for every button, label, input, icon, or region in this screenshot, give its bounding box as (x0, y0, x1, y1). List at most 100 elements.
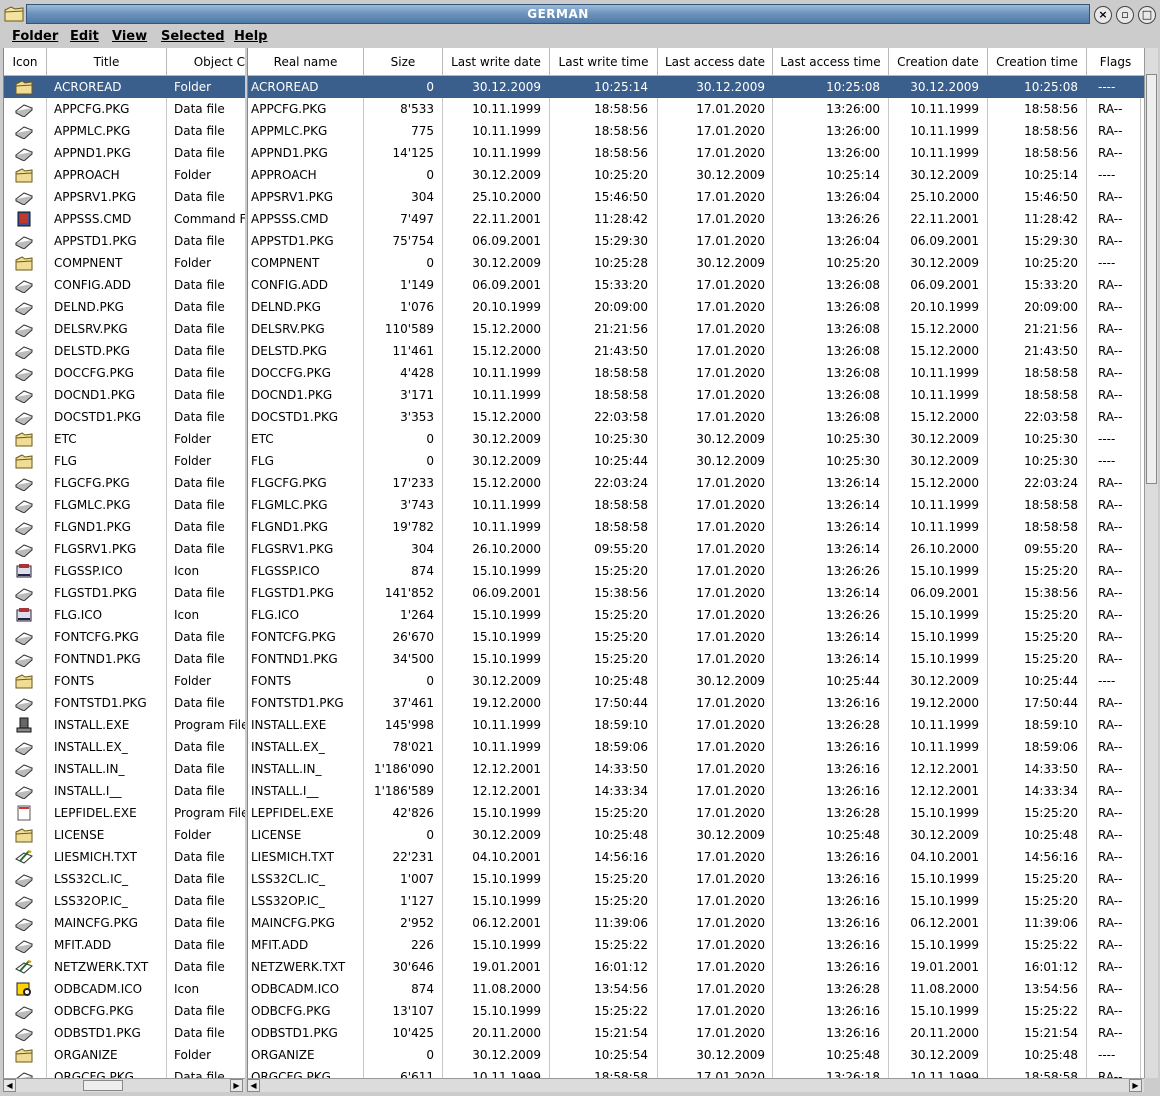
file-row[interactable]: DOCND1.PKG 3'171 10.11.1999 18:58:58 17.01.2… (248, 384, 1144, 406)
file-row[interactable]: MAINCFG.PKG Data file (4, 912, 245, 934)
file-row[interactable]: FLGCFG.PKG Data file (4, 472, 245, 494)
file-row[interactable]: DELND.PKG 1'076 20.10.1999 20:09:00 17.01.20… (248, 296, 1144, 318)
file-row[interactable]: FONTS 0 30.12.2009 10:25:48 30.12.2009 10:25:… (248, 670, 1144, 692)
file-row[interactable]: LSS32CL.IC_ Data file (4, 868, 245, 890)
file-row[interactable]: INSTALL.EX_ Data file (4, 736, 245, 758)
file-row[interactable]: APPMLC.PKG 775 10.11.1999 18:58:56 17.01.202… (248, 120, 1144, 142)
file-row[interactable]: APPND1.PKG 14'125 10.11.1999 18:58:56 17.01.… (248, 142, 1144, 164)
file-row[interactable]: FONTSTD1.PKG 37'461 19.12.2000 17:50:44 17.0… (248, 692, 1144, 714)
file-row[interactable]: APPSSS.CMD Command F (4, 208, 245, 230)
file-row[interactable]: MAINCFG.PKG 2'952 06.12.2001 11:39:06 17.01.… (248, 912, 1144, 934)
file-row[interactable]: CONFIG.ADD Data file (4, 274, 245, 296)
close-button[interactable]: × (1094, 6, 1112, 24)
file-row[interactable]: ORGCFG.PKG 6'611 10.11.1999 18:58:58 17.01.2… (248, 1066, 1144, 1078)
menu-edit[interactable]: Edit (68, 28, 101, 48)
file-row[interactable]: DELND.PKG Data file (4, 296, 245, 318)
file-row[interactable]: FLGMLC.PKG 3'743 10.11.1999 18:58:58 17.01.2… (248, 494, 1144, 516)
column-header-creation-date[interactable]: Creation date (889, 48, 988, 76)
scroll-left-arrow-icon[interactable]: ◀ (3, 1079, 16, 1092)
file-row[interactable]: COMPNENT Folder (4, 252, 245, 274)
column-header-creation-time[interactable]: Creation time (988, 48, 1087, 76)
file-row[interactable]: ORGCFG.PKG Data file (4, 1066, 245, 1078)
file-row[interactable]: APPSTD1.PKG 75'754 06.09.2001 15:29:30 17.01… (248, 230, 1144, 252)
file-row[interactable]: DELSRV.PKG Data file (4, 318, 245, 340)
file-row[interactable]: APPSRV1.PKG Data file (4, 186, 245, 208)
column-header-icon[interactable]: Icon (4, 48, 47, 76)
file-row[interactable]: INSTALL.IN_ 1'186'090 12.12.2001 14:33:50 17… (248, 758, 1144, 780)
file-row[interactable]: ODBSTD1.PKG 10'425 20.11.2000 15:21:54 17.01… (248, 1022, 1144, 1044)
column-header-title[interactable]: Title (47, 48, 167, 76)
file-row[interactable]: MFIT.ADD 226 15.10.1999 15:25:22 17.01.2020 1… (248, 934, 1144, 956)
file-row[interactable]: APPSRV1.PKG 304 25.10.2000 15:46:50 17.01.20… (248, 186, 1144, 208)
folder-icon[interactable] (3, 4, 25, 24)
file-row[interactable]: FONTND1.PKG Data file (4, 648, 245, 670)
file-row[interactable]: APPSSS.CMD 7'497 22.11.2001 11:28:42 17.01.2… (248, 208, 1144, 230)
file-row[interactable]: DOCCFG.PKG 4'428 10.11.1999 18:58:58 17.01.2… (248, 362, 1144, 384)
file-row[interactable]: ACROREAD Folder (4, 76, 245, 98)
file-row[interactable]: INSTALL.I__ Data file (4, 780, 245, 802)
file-row[interactable]: FONTSTD1.PKG Data file (4, 692, 245, 714)
file-row[interactable]: LSS32CL.IC_ 1'007 15.10.1999 15:25:20 17.01.… (248, 868, 1144, 890)
vertical-scroll-thumb[interactable] (1146, 74, 1157, 484)
file-row[interactable]: DOCSTD1.PKG Data file (4, 406, 245, 428)
right-horizontal-scrollbar[interactable]: ◀ ▶ (247, 1078, 1144, 1092)
file-row[interactable]: LEPFIDEL.EXE Program File (4, 802, 245, 824)
menu-view[interactable]: View (110, 28, 149, 48)
column-header-last-access-time[interactable]: Last access time (773, 48, 889, 76)
file-row[interactable]: LSS32OP.IC_ Data file (4, 890, 245, 912)
file-row[interactable]: DELSTD.PKG 11'461 15.12.2000 21:43:50 17.01.… (248, 340, 1144, 362)
menu-folder[interactable]: Folder (10, 28, 60, 48)
minimize-button[interactable]: ▫ (1116, 6, 1134, 24)
file-row[interactable]: LIESMICH.TXT Data file (4, 846, 245, 868)
file-row[interactable]: FLGCFG.PKG 17'233 15.12.2000 22:03:24 17.01.… (248, 472, 1144, 494)
file-row[interactable]: DOCND1.PKG Data file (4, 384, 245, 406)
file-row[interactable]: APPROACH 0 30.12.2009 10:25:20 30.12.2009 10:… (248, 164, 1144, 186)
file-row[interactable]: APPSTD1.PKG Data file (4, 230, 245, 252)
file-row[interactable]: ORGANIZE Folder (4, 1044, 245, 1066)
column-header-last-write-date[interactable]: Last write date (443, 48, 550, 76)
column-header-flags[interactable]: Flags (1087, 48, 1144, 76)
file-row[interactable]: FLGSSP.ICO Icon (4, 560, 245, 582)
column-header-last-write-time[interactable]: Last write time (550, 48, 658, 76)
file-row[interactable]: DELSRV.PKG 110'589 15.12.2000 21:21:56 17.01… (248, 318, 1144, 340)
vertical-scrollbar[interactable] (1144, 48, 1158, 1078)
file-row[interactable]: ODBSTD1.PKG Data file (4, 1022, 245, 1044)
window-title-bar[interactable]: GERMAN (26, 4, 1090, 24)
file-row[interactable]: FONTCFG.PKG Data file (4, 626, 245, 648)
file-row[interactable]: INSTALL.IN_ Data file (4, 758, 245, 780)
file-row[interactable]: ETC 0 30.12.2009 10:25:30 30.12.2009 10:25:30… (248, 428, 1144, 450)
file-row[interactable]: MFIT.ADD Data file (4, 934, 245, 956)
file-row[interactable]: APPROACH Folder (4, 164, 245, 186)
file-row[interactable]: DOCCFG.PKG Data file (4, 362, 245, 384)
file-row[interactable]: APPND1.PKG Data file (4, 142, 245, 164)
file-row[interactable]: FLGND1.PKG Data file (4, 516, 245, 538)
file-row[interactable]: FONTCFG.PKG 26'670 15.10.1999 15:25:20 17.01… (248, 626, 1144, 648)
file-row[interactable]: ODBCFG.PKG Data file (4, 1000, 245, 1022)
menu-help[interactable]: Help (232, 28, 269, 48)
file-row[interactable]: FLGSRV1.PKG 304 26.10.2000 09:55:20 17.01.20… (248, 538, 1144, 560)
scroll-right-arrow-icon[interactable]: ▶ (1129, 1079, 1142, 1092)
file-row[interactable]: LICENSE Folder (4, 824, 245, 846)
file-row[interactable]: FONTS Folder (4, 670, 245, 692)
file-row[interactable]: NETZWERK.TXT 30'646 19.01.2001 16:01:12 17.0… (248, 956, 1144, 978)
file-row[interactable]: DELSTD.PKG Data file (4, 340, 245, 362)
file-row[interactable]: ACROREAD 0 30.12.2009 10:25:14 30.12.2009 10:… (248, 76, 1144, 98)
column-header-object-class[interactable]: Object C (167, 48, 245, 76)
column-header-size[interactable]: Size (364, 48, 443, 76)
file-row[interactable]: ODBCADM.ICO 874 11.08.2000 13:54:56 17.01.20… (248, 978, 1144, 1000)
column-header-last-access-date[interactable]: Last access date (658, 48, 773, 76)
file-row[interactable]: INSTALL.EXE 145'998 10.11.1999 18:59:10 17.0… (248, 714, 1144, 736)
file-row[interactable]: ETC Folder (4, 428, 245, 450)
file-row[interactable]: ORGANIZE 0 30.12.2009 10:25:54 30.12.2009 10:… (248, 1044, 1144, 1066)
file-row[interactable]: APPCFG.PKG 8'533 10.11.1999 18:58:56 17.01.2… (248, 98, 1144, 120)
file-row[interactable]: INSTALL.EX_ 78'021 10.11.1999 18:59:06 17.01… (248, 736, 1144, 758)
file-row[interactable]: FLGSTD1.PKG Data file (4, 582, 245, 604)
menu-selected[interactable]: Selected (159, 28, 227, 48)
file-row[interactable]: FLG.ICO 1'264 15.10.1999 15:25:20 17.01.2020… (248, 604, 1144, 626)
file-row[interactable]: CONFIG.ADD 1'149 06.09.2001 15:33:20 17.01.2… (248, 274, 1144, 296)
left-scroll-thumb[interactable] (83, 1080, 123, 1091)
file-row[interactable]: FLGMLC.PKG Data file (4, 494, 245, 516)
file-row[interactable]: INSTALL.I__ 1'186'589 12.12.2001 14:33:34 17… (248, 780, 1144, 802)
file-row[interactable]: ODBCADM.ICO Icon (4, 978, 245, 1000)
file-row[interactable]: APPMLC.PKG Data file (4, 120, 245, 142)
